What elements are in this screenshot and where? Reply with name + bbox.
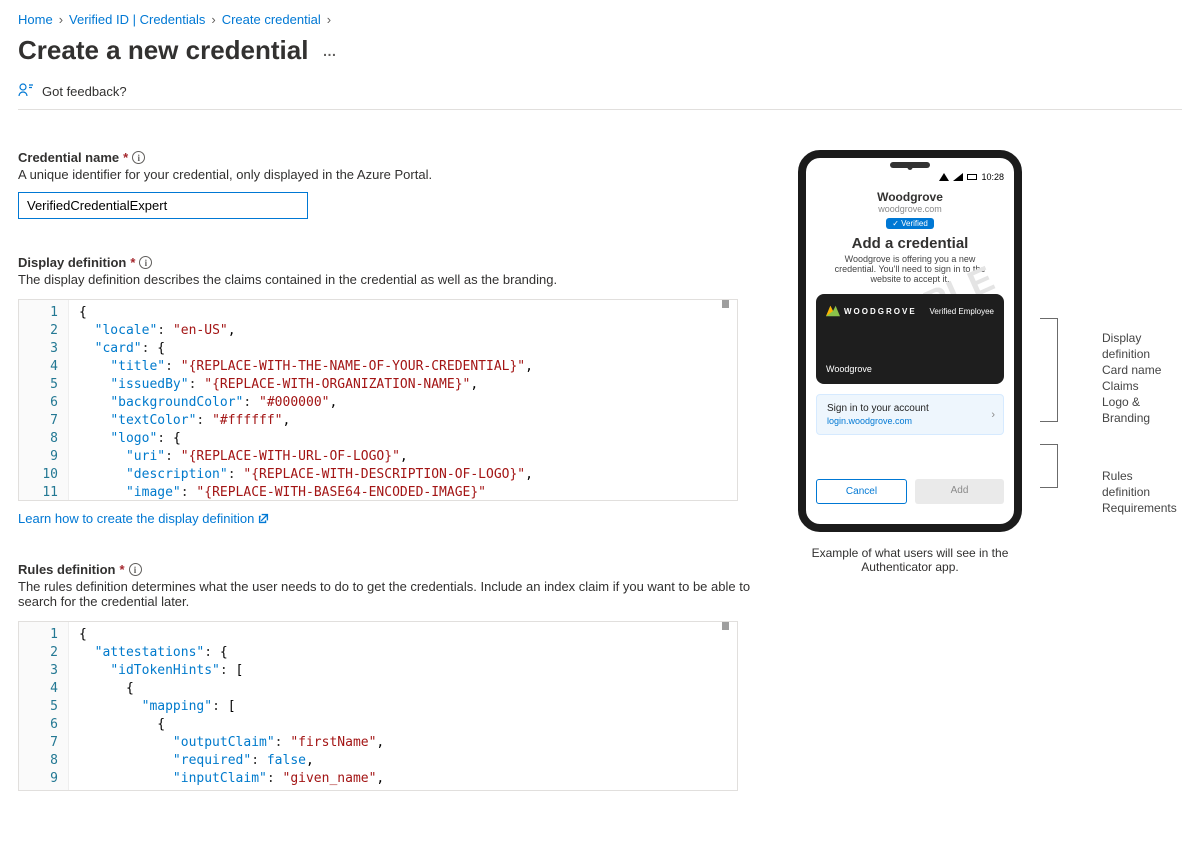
rules-definition-editor[interactable]: 123456789 { "attestations": { "idTokenHi… bbox=[18, 621, 738, 791]
info-icon[interactable]: i bbox=[139, 256, 152, 269]
signin-domain: login.woodgrove.com bbox=[827, 416, 993, 426]
card-type: Verified Employee bbox=[930, 307, 994, 316]
required-asterisk: * bbox=[130, 255, 135, 270]
time-label: 10:28 bbox=[981, 172, 1004, 182]
editor-gutter: 123456789 bbox=[19, 622, 69, 790]
display-definition-desc: The display definition describes the cla… bbox=[18, 272, 758, 287]
credential-name-desc: A unique identifier for your credential,… bbox=[18, 167, 758, 182]
page-title: Create a new credential … bbox=[18, 35, 1182, 66]
battery-icon bbox=[967, 174, 977, 180]
chevron-right-icon: › bbox=[59, 12, 63, 27]
breadcrumb-verified-id[interactable]: Verified ID | Credentials bbox=[69, 12, 205, 27]
info-icon[interactable]: i bbox=[132, 151, 145, 164]
breadcrumb-home[interactable]: Home bbox=[18, 12, 53, 27]
signin-card: Sign in to your account login.woodgrove.… bbox=[816, 394, 1004, 435]
add-credential-subtitle: credential. You'll need to sign in to th… bbox=[816, 264, 1004, 274]
credential-card-preview: WOODGROVE Verified Employee Woodgrove bbox=[816, 294, 1004, 384]
editor-gutter: 1234567891011 bbox=[19, 300, 69, 500]
rules-definition-block: Rules definition * i The rules definitio… bbox=[18, 562, 758, 791]
cancel-button[interactable]: Cancel bbox=[816, 479, 907, 504]
annotation-bracket bbox=[1040, 318, 1058, 422]
editor-content[interactable]: { "locale": "en-US", "card": { "title": … bbox=[19, 300, 737, 501]
credential-name-block: Credential name * i A unique identifier … bbox=[18, 150, 758, 219]
add-credential-subtitle: Woodgrove is offering you a new bbox=[816, 254, 1004, 264]
info-icon[interactable]: i bbox=[129, 563, 142, 576]
editor-content[interactable]: { "attestations": { "idTokenHints": [ { … bbox=[19, 622, 737, 791]
org-domain: woodgrove.com bbox=[816, 204, 1004, 214]
credential-name-label: Credential name bbox=[18, 150, 119, 165]
required-asterisk: * bbox=[120, 562, 125, 577]
wifi-icon bbox=[939, 173, 949, 181]
breadcrumb: Home › Verified ID | Credentials › Creat… bbox=[18, 8, 1182, 31]
display-definition-block: Display definition * i The display defin… bbox=[18, 255, 758, 526]
breadcrumb-create-credential[interactable]: Create credential bbox=[222, 12, 321, 27]
link-text: Learn how to create the display definiti… bbox=[18, 511, 254, 526]
learn-display-definition-link[interactable]: Learn how to create the display definiti… bbox=[18, 511, 269, 526]
card-issuer: Woodgrove bbox=[826, 364, 872, 374]
feedback-icon bbox=[18, 82, 34, 101]
signin-title: Sign in to your account bbox=[827, 403, 993, 414]
more-button[interactable]: … bbox=[322, 43, 338, 59]
phone-preview: 10:28 Woodgrove woodgrove.com ✓ Verified… bbox=[798, 150, 1022, 532]
resize-handle[interactable] bbox=[722, 299, 729, 308]
org-name: Woodgrove bbox=[816, 190, 1004, 204]
chevron-right-icon: › bbox=[327, 12, 331, 27]
annotation-display-definition: Display definition Card name Claims Logo… bbox=[1102, 330, 1161, 426]
rules-definition-desc: The rules definition determines what the… bbox=[18, 579, 758, 609]
external-link-icon bbox=[258, 513, 269, 524]
phone-statusbar: 10:28 bbox=[806, 168, 1014, 182]
add-credential-subtitle: website to accept it. bbox=[816, 274, 1004, 284]
chevron-right-icon: › bbox=[991, 409, 995, 421]
annotation-rules-definition: Rules definition Requirements bbox=[1102, 468, 1177, 516]
camera-dot-icon bbox=[908, 165, 913, 170]
required-asterisk: * bbox=[123, 150, 128, 165]
credential-name-input[interactable] bbox=[18, 192, 308, 219]
resize-handle[interactable] bbox=[722, 621, 729, 630]
annotation-bracket bbox=[1040, 444, 1058, 488]
add-button[interactable]: Add bbox=[915, 479, 1004, 504]
display-definition-editor[interactable]: 1234567891011 { "locale": "en-US", "card… bbox=[18, 299, 738, 501]
logo-icon bbox=[826, 304, 840, 318]
feedback-link[interactable]: Got feedback? bbox=[42, 84, 127, 99]
card-brand: WOODGROVE bbox=[844, 307, 917, 316]
preview-caption: Example of what users will see in the Au… bbox=[798, 546, 1022, 574]
display-definition-label: Display definition bbox=[18, 255, 126, 270]
rules-definition-label: Rules definition bbox=[18, 562, 116, 577]
signal-icon bbox=[953, 173, 963, 181]
page-title-text: Create a new credential bbox=[18, 35, 308, 66]
chevron-right-icon: › bbox=[211, 12, 215, 27]
add-credential-title: Add a credential bbox=[816, 235, 1004, 252]
verified-badge: ✓ Verified bbox=[886, 218, 934, 229]
